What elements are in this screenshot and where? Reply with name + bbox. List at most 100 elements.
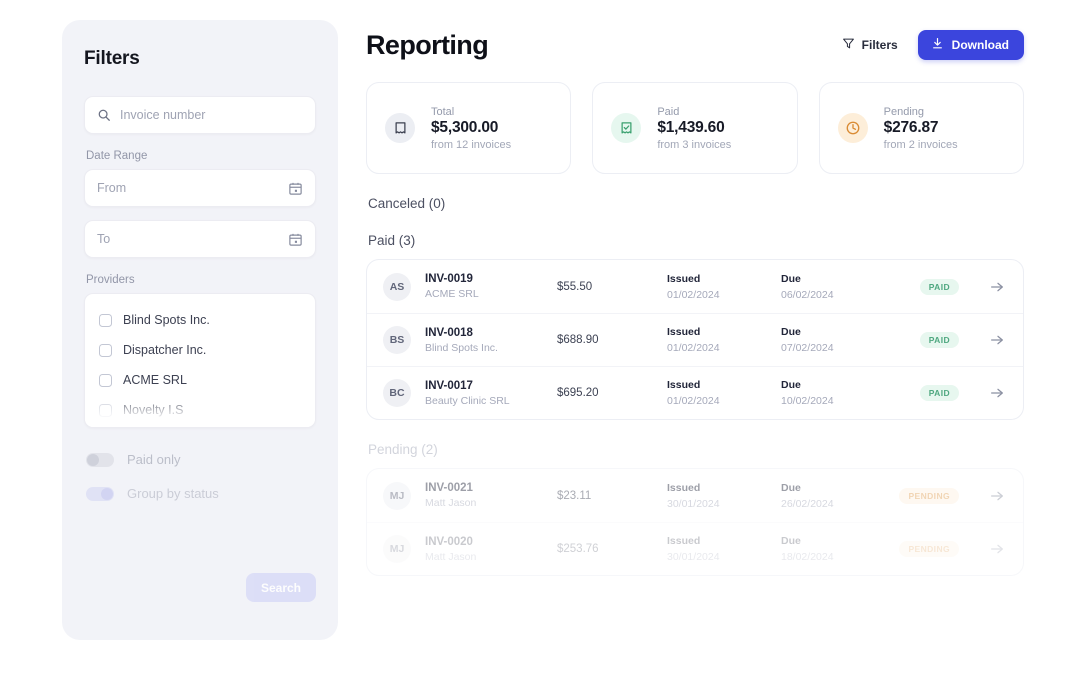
invoice-provider: Matt Jason: [425, 551, 557, 563]
issued-label: Issued: [667, 273, 781, 285]
switch-on-icon[interactable]: [86, 487, 114, 501]
due-label: Due: [781, 482, 895, 494]
filters-card: Filters Invoice number Date Range From: [62, 20, 338, 640]
section-title-pending: Pending (2): [368, 442, 1024, 457]
receipt-check-icon: [611, 113, 641, 143]
arrow-right-icon[interactable]: [989, 541, 1005, 557]
stat-label: Paid: [657, 106, 731, 118]
download-button[interactable]: Download: [918, 30, 1024, 60]
provider-label: Novelty I.S: [123, 403, 183, 417]
clock-icon: [838, 113, 868, 143]
invoice-provider: Matt Jason: [425, 497, 557, 509]
invoice-amount: $253.76: [557, 543, 667, 555]
provider-label: Dispatcher Inc.: [123, 343, 206, 357]
search-button[interactable]: Search: [246, 573, 316, 602]
table-row[interactable]: BC INV-0017 Beauty Clinic SRL $695.20 Is…: [367, 366, 1023, 419]
table-row[interactable]: BS INV-0018 Blind Spots Inc. $688.90 Iss…: [367, 313, 1023, 366]
providers-label: Providers: [86, 274, 316, 286]
calendar-icon[interactable]: [288, 232, 303, 247]
stat-label: Pending: [884, 106, 958, 118]
invoice-issued: Issued 01/02/2024: [667, 379, 781, 407]
invoice-issued: Issued 01/02/2024: [667, 326, 781, 354]
provider-option[interactable]: Dispatcher Inc.: [85, 335, 315, 365]
table-row[interactable]: MJ INV-0021 Matt Jason $23.11 Issued 30/…: [367, 469, 1023, 522]
invoice-amount: $55.50: [557, 281, 667, 293]
stat-value: $1,439.60: [657, 119, 731, 137]
invoice-due: Due 10/02/2024: [781, 379, 895, 407]
due-value: 26/02/2024: [781, 498, 895, 510]
arrow-right-icon[interactable]: [989, 385, 1005, 401]
avatar: MJ: [383, 482, 411, 510]
due-value: 10/02/2024: [781, 395, 895, 407]
issued-value: 01/02/2024: [667, 395, 781, 407]
providers-list[interactable]: Blind Spots Inc. Dispatcher Inc. ACME SR…: [84, 293, 316, 428]
stat-cards: Total $5,300.00 from 12 invoices Paid $1…: [366, 82, 1024, 174]
provider-option[interactable]: Novelty I.S: [85, 395, 315, 425]
stat-value: $276.87: [884, 119, 958, 137]
toggle-label: Group by status: [127, 486, 219, 501]
issued-label: Issued: [667, 379, 781, 391]
invoice-due: Due 26/02/2024: [781, 482, 895, 510]
due-label: Due: [781, 273, 895, 285]
invoice-amount: $695.20: [557, 387, 667, 399]
provider-label: Blind Spots Inc.: [123, 313, 210, 327]
provider-option[interactable]: Beauty Clinic SRL: [85, 425, 315, 428]
provider-label: ACME SRL: [123, 373, 187, 387]
avatar: BC: [383, 379, 411, 407]
stat-label: Total: [431, 106, 511, 118]
paid-invoice-list: AS INV-0019 ACME SRL $55.50 Issued 01/02…: [366, 259, 1024, 420]
stat-text: Total $5,300.00 from 12 invoices: [431, 106, 511, 151]
toggle-label: Paid only: [127, 452, 180, 467]
provider-option[interactable]: ACME SRL: [85, 365, 315, 395]
invoice-provider: Beauty Clinic SRL: [425, 395, 557, 407]
invoice-identity: INV-0020 Matt Jason: [425, 536, 557, 563]
invoice-amount: $23.11: [557, 490, 667, 502]
status-badge: PAID: [920, 332, 959, 348]
reporting-page: Filters Invoice number Date Range From: [0, 0, 1080, 675]
page-header: Reporting Filters Do: [366, 22, 1024, 68]
invoice-number: INV-0021: [425, 482, 557, 494]
checkbox-icon[interactable]: [99, 404, 112, 417]
issued-label: Issued: [667, 482, 781, 494]
provider-option[interactable]: Blind Spots Inc.: [85, 305, 315, 335]
issued-label: Issued: [667, 326, 781, 338]
issued-value: 01/02/2024: [667, 342, 781, 354]
arrow-right-icon[interactable]: [989, 279, 1005, 295]
stat-card-pending: Pending $276.87 from 2 invoices: [819, 82, 1024, 174]
arrow-right-icon[interactable]: [989, 488, 1005, 504]
invoice-identity: INV-0017 Beauty Clinic SRL: [425, 380, 557, 407]
filters-button[interactable]: Filters: [842, 37, 898, 53]
date-from-input[interactable]: From: [84, 169, 316, 207]
table-row[interactable]: AS INV-0019 ACME SRL $55.50 Issued 01/02…: [367, 260, 1023, 313]
stat-value: $5,300.00: [431, 119, 511, 137]
date-to-input[interactable]: To: [84, 220, 316, 258]
header-actions: Filters Download: [842, 30, 1024, 60]
invoice-provider: Blind Spots Inc.: [425, 342, 557, 354]
toggle-group-by-status[interactable]: Group by status: [84, 486, 316, 501]
stat-text: Pending $276.87 from 2 invoices: [884, 106, 958, 151]
due-label: Due: [781, 535, 895, 547]
checkbox-icon[interactable]: [99, 314, 112, 327]
search-placeholder: Invoice number: [120, 108, 205, 122]
date-range-label: Date Range: [86, 150, 316, 162]
avatar: BS: [383, 326, 411, 354]
invoice-identity: INV-0021 Matt Jason: [425, 482, 557, 509]
checkbox-icon[interactable]: [99, 374, 112, 387]
toggle-paid-only[interactable]: Paid only: [84, 452, 316, 467]
invoice-due: Due 07/02/2024: [781, 326, 895, 354]
stat-sub: from 3 invoices: [657, 139, 731, 151]
search-input[interactable]: Invoice number: [84, 96, 316, 134]
status-badge: PAID: [920, 279, 959, 295]
checkbox-icon[interactable]: [99, 344, 112, 357]
download-icon: [931, 37, 944, 53]
issued-value: 01/02/2024: [667, 289, 781, 301]
switch-off-icon[interactable]: [86, 453, 114, 467]
table-row[interactable]: MJ INV-0020 Matt Jason $253.76 Issued 30…: [367, 522, 1023, 575]
avatar: AS: [383, 273, 411, 301]
stat-sub: from 12 invoices: [431, 139, 511, 151]
filters-button-label: Filters: [862, 38, 898, 52]
calendar-icon[interactable]: [288, 181, 303, 196]
funnel-icon: [842, 37, 855, 53]
due-value: 06/02/2024: [781, 289, 895, 301]
arrow-right-icon[interactable]: [989, 332, 1005, 348]
